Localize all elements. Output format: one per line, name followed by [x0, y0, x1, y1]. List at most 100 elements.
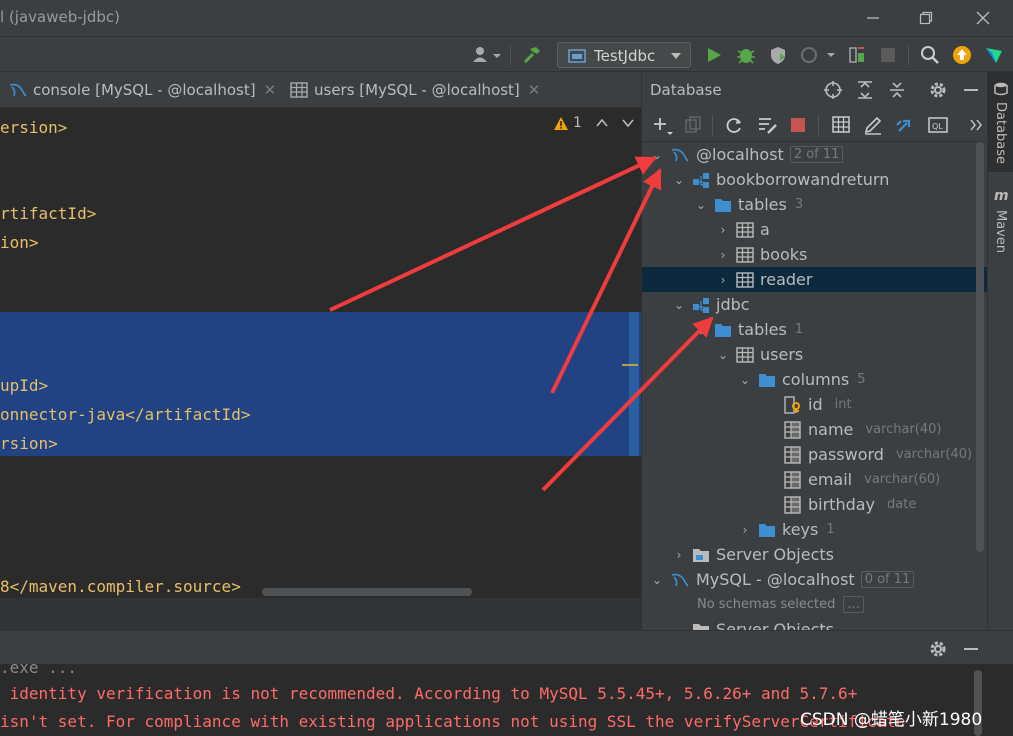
chevron-down-icon[interactable]: ⌄: [694, 198, 708, 212]
tree-node-tables[interactable]: ⌄ tables 1: [642, 317, 987, 342]
add-icon[interactable]: [652, 116, 674, 136]
code-editor[interactable]: 1 ersion> rtifactId> ion> upId> onnector…: [0, 108, 641, 630]
server-objects-icon: [693, 548, 709, 562]
tree-node-server-objects[interactable]: › Server Objects: [642, 542, 987, 567]
chevron-down-icon[interactable]: ⌄: [694, 323, 708, 337]
more-icon[interactable]: [969, 118, 983, 132]
run-config-select[interactable]: TestJdbc: [557, 42, 691, 68]
close-window-button[interactable]: [963, 0, 1003, 36]
tree-node-column[interactable]: name varchar(40): [642, 417, 987, 442]
hide-icon[interactable]: [962, 80, 980, 100]
properties-icon[interactable]: [756, 115, 778, 135]
search-everywhere-button[interactable]: [918, 43, 942, 67]
tree-node-table[interactable]: › a: [642, 217, 987, 242]
attach-icon: [849, 47, 864, 63]
run-button[interactable]: [702, 43, 726, 67]
main-toolbar: TestJdbc: [0, 36, 1013, 72]
node-label: columns: [782, 370, 850, 389]
maven-tool-label: Maven: [993, 210, 1008, 254]
profile-button[interactable]: [797, 43, 837, 67]
tree-node-column[interactable]: password varchar(40): [642, 442, 987, 467]
stop-button[interactable]: [876, 43, 900, 67]
app-icon: [568, 49, 586, 63]
tree-node-server-objects[interactable]: ⌄ Server Objects: [642, 617, 987, 630]
table-icon: [736, 221, 754, 238]
watermark: CSDN @蜡笔小新1980: [800, 710, 983, 730]
chevron-down-icon[interactable]: ⌄: [716, 348, 730, 362]
chevron-down-icon: [671, 53, 681, 59]
maven-tool-tab[interactable]: m Maven: [988, 188, 1013, 268]
gear-icon[interactable]: [928, 639, 948, 659]
jump-icon[interactable]: [895, 115, 915, 135]
chevron-up-icon[interactable]: [596, 119, 608, 127]
chevron-right-icon[interactable]: ›: [716, 223, 730, 237]
chevron-right-icon[interactable]: ›: [716, 273, 730, 287]
copy-icon[interactable]: [684, 116, 702, 134]
refresh-icon[interactable]: [724, 115, 744, 135]
chevron-down-icon[interactable]: ⌄: [650, 573, 664, 587]
column-type: varchar(60): [864, 472, 941, 487]
console-error-line: identity verification is not recommended…: [0, 684, 858, 703]
target-icon[interactable]: [823, 80, 843, 100]
no-schemas-row: No schemas selected ...: [642, 592, 987, 617]
expand-all-icon[interactable]: [855, 80, 875, 100]
editor-tab-bar: console [MySQL - @localhost] ✕ users [My…: [0, 72, 641, 108]
console-icon[interactable]: QL: [927, 115, 949, 135]
chevron-right-icon[interactable]: ›: [672, 548, 686, 562]
hide-icon[interactable]: [962, 639, 980, 659]
tree-node-schema[interactable]: ⌄ bookborrowandreturn: [642, 167, 987, 192]
build-button[interactable]: [520, 43, 544, 67]
db-vertical-scrollbar[interactable]: [976, 142, 984, 552]
coverage-button[interactable]: [766, 43, 790, 67]
tree-node-table[interactable]: › books: [642, 242, 987, 267]
close-icon[interactable]: ✕: [528, 81, 541, 99]
chevron-down-icon[interactable]: ⌄: [650, 148, 664, 162]
chevron-down-icon[interactable]: ⌄: [672, 298, 686, 312]
column-name: email: [808, 470, 853, 489]
collapse-all-icon[interactable]: [887, 80, 907, 100]
gear-icon[interactable]: [928, 80, 948, 100]
tree-node-column[interactable]: birthday date: [642, 492, 987, 517]
restore-button[interactable]: [906, 0, 946, 36]
debug-button[interactable]: [734, 43, 758, 67]
node-count: 1: [826, 522, 835, 537]
update-button[interactable]: [950, 43, 974, 67]
chevron-down-icon[interactable]: ⌄: [672, 173, 686, 187]
chevron-right-icon[interactable]: ›: [716, 248, 730, 262]
tree-node-tables[interactable]: ⌄ tables 3: [642, 192, 987, 217]
tree-node-keys[interactable]: › keys 1: [642, 517, 987, 542]
table-icon[interactable]: [831, 115, 851, 135]
tree-node-column[interactable]: email varchar(60): [642, 467, 987, 492]
table-icon: [736, 271, 754, 288]
chevron-down-icon[interactable]: [622, 119, 634, 127]
horizontal-scrollbar[interactable]: [262, 588, 472, 596]
database-tool-tab[interactable]: Database: [988, 72, 1013, 172]
mysql-icon: [671, 148, 689, 162]
text-selection: [0, 312, 641, 456]
stop-icon[interactable]: [790, 117, 806, 133]
close-icon[interactable]: ✕: [264, 81, 277, 99]
tree-node-column[interactable]: id int: [642, 392, 987, 417]
minimize-button[interactable]: [853, 0, 893, 36]
chevron-down-icon[interactable]: ⌄: [738, 373, 752, 387]
toolbox-button[interactable]: [982, 43, 1006, 67]
tree-node-host[interactable]: ⌄ MySQL - @localhost 0 of 11: [642, 567, 987, 592]
vcs-user-button[interactable]: [468, 43, 504, 67]
inspection-widget[interactable]: 1: [553, 115, 634, 131]
tab-console[interactable]: console [MySQL - @localhost] ✕: [8, 72, 276, 108]
attach-button[interactable]: [845, 43, 869, 67]
tree-node-schema[interactable]: ⌄ jdbc: [642, 292, 987, 317]
tree-node-host[interactable]: ⌄ @localhost 2 of 11: [642, 142, 987, 167]
folder-icon: [759, 523, 775, 537]
select-schemas-button[interactable]: ...: [843, 596, 864, 613]
code-line: 8</maven.compiler.source>: [0, 577, 241, 596]
chevron-right-icon[interactable]: ›: [738, 523, 752, 537]
chevron-down-icon[interactable]: ⌄: [672, 623, 686, 631]
tree-node-table[interactable]: ⌄ users: [642, 342, 987, 367]
edit-icon[interactable]: [863, 115, 883, 135]
tab-users[interactable]: users [MySQL - @localhost] ✕: [290, 72, 540, 108]
tree-node-columns[interactable]: ⌄ columns 5: [642, 367, 987, 392]
table-icon: [736, 346, 754, 363]
tree-node-table-selected[interactable]: › reader: [642, 267, 987, 292]
minimize-icon: [867, 17, 879, 19]
